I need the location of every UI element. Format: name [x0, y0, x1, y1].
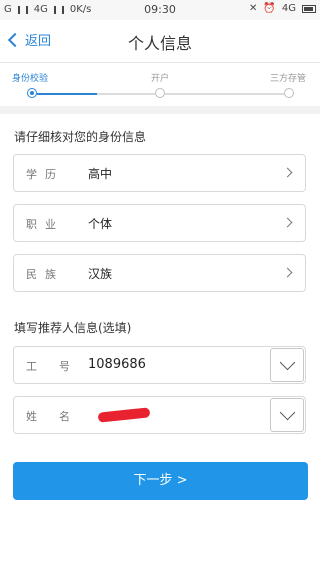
- chevron-down-icon: [279, 404, 296, 421]
- step-dot-account: [155, 88, 165, 98]
- redaction-mark: [97, 407, 151, 423]
- employee-id-value[interactable]: 1089686: [88, 357, 146, 372]
- chevron-right-icon: [282, 217, 293, 228]
- section-divider: [0, 106, 320, 114]
- field-label: 姓名: [26, 410, 92, 423]
- row-value: 汉族: [88, 267, 113, 281]
- network-right-text: 4G: [281, 3, 296, 14]
- education-row[interactable]: 学历 高中: [13, 154, 306, 192]
- status-bar: G 4G 0K/s 09:30 ✕ ⏰ 4G: [0, 0, 320, 20]
- step-label-identity: 身份校验: [12, 74, 49, 84]
- identity-section-title: 请仔细核对您的身份信息: [14, 130, 147, 144]
- occupation-row[interactable]: 职业 个体: [13, 204, 306, 242]
- field-label: 工号: [26, 360, 92, 373]
- chevron-right-icon: [282, 267, 293, 278]
- page-title: 个人信息: [127, 34, 192, 53]
- row-value: 高中: [88, 167, 113, 181]
- ethnicity-row[interactable]: 民族 汉族: [13, 254, 306, 292]
- step-dot-identity: [27, 88, 37, 98]
- chevron-right-icon: [282, 167, 293, 178]
- referrer-name-field[interactable]: 姓名: [13, 396, 306, 434]
- row-label: 学历: [26, 168, 64, 181]
- step-label-custody: 三方存管: [270, 74, 307, 84]
- alarm-icon: ⏰: [263, 3, 276, 14]
- referrer-name-dropdown-button[interactable]: [270, 398, 304, 432]
- row-value: 个体: [88, 217, 113, 231]
- mute-icon: ✕: [249, 3, 258, 14]
- header: 返回 个人信息: [0, 20, 320, 63]
- row-label: 职业: [26, 218, 64, 231]
- row-label: 民族: [26, 268, 64, 281]
- status-right: ✕ ⏰ 4G: [249, 3, 316, 14]
- step-line: [97, 93, 155, 95]
- step-label-account: 开户: [151, 74, 170, 84]
- employee-id-dropdown-button[interactable]: [270, 348, 304, 382]
- step-dot-custody: [284, 88, 294, 98]
- chevron-down-icon: [279, 354, 296, 371]
- step-line: [165, 93, 284, 95]
- battery-icon: [302, 4, 316, 13]
- progress-stepper: 身份校验 开户 三方存管: [0, 63, 320, 103]
- employee-id-field[interactable]: 工号 1089686: [13, 346, 306, 384]
- referrer-section-title: 填写推荐人信息(选填): [14, 321, 132, 335]
- step-line-active: [37, 93, 97, 95]
- next-step-button[interactable]: 下一步 >: [13, 462, 308, 500]
